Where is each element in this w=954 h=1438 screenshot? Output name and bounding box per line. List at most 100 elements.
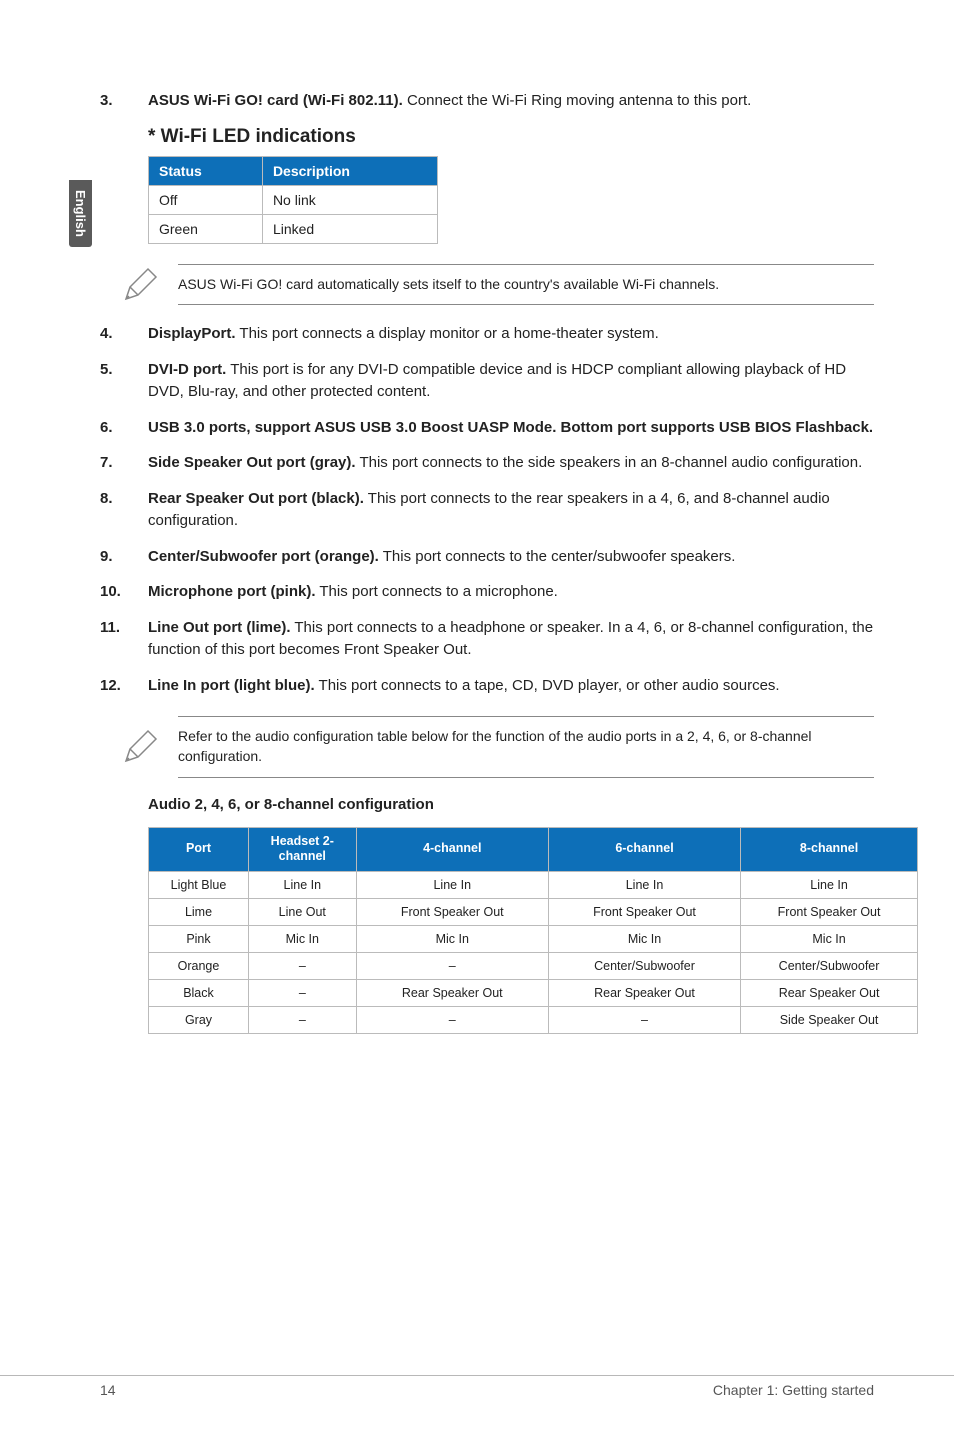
item-rest: This port connects to a tape, CD, DVD pl… <box>315 677 780 694</box>
note-audio-config: Refer to the audio configuration table b… <box>120 716 874 777</box>
cell: Line In <box>741 871 918 898</box>
item-number: 12. <box>100 675 148 697</box>
list-item-6: 6. USB 3.0 ports, support ASUS USB 3.0 B… <box>100 417 874 439</box>
cell: – <box>356 1006 548 1033</box>
note-text: ASUS Wi-Fi GO! card automatically sets i… <box>178 264 874 306</box>
cell: – <box>356 952 548 979</box>
cell: – <box>248 979 356 1006</box>
cell: Rear Speaker Out <box>356 979 548 1006</box>
item-text: USB 3.0 ports, support ASUS USB 3.0 Boos… <box>148 417 874 439</box>
cell: Line In <box>548 871 740 898</box>
pencil-icon <box>120 265 160 305</box>
audio-config-table: Port Headset 2-channel 4-channel 6-chann… <box>148 827 918 1034</box>
item-text: DVI-D port. This port is for any DVI-D c… <box>148 359 874 403</box>
cell: Light Blue <box>149 871 249 898</box>
item-number: 6. <box>100 417 148 439</box>
item-rest: This port connects to the center/subwoof… <box>379 548 736 565</box>
cell: Rear Speaker Out <box>741 979 918 1006</box>
item-number: 5. <box>100 359 148 403</box>
item-text: Center/Subwoofer port (orange). This por… <box>148 546 874 568</box>
wifi-led-section: * Wi-Fi LED indications Status Descripti… <box>148 126 874 244</box>
table-row: Off No link <box>149 185 438 214</box>
list-item-3: 3. ASUS Wi-Fi GO! card (Wi-Fi 802.11). C… <box>100 90 874 112</box>
cell: Front Speaker Out <box>356 898 548 925</box>
page: English 3. ASUS Wi-Fi GO! card (Wi-Fi 80… <box>0 0 954 1438</box>
cell: Rear Speaker Out <box>548 979 740 1006</box>
item-text: DisplayPort. This port connects a displa… <box>148 323 874 345</box>
table-row: Green Linked <box>149 214 438 243</box>
cell: Mic In <box>356 925 548 952</box>
table-header-row: Status Description <box>149 156 438 185</box>
item-bold: Microphone port (pink). <box>148 583 315 600</box>
cell: Black <box>149 979 249 1006</box>
col-description: Description <box>262 156 437 185</box>
list-item-7: 7. Side Speaker Out port (gray). This po… <box>100 452 874 474</box>
item-text: Line In port (light blue). This port con… <box>148 675 874 697</box>
col-status: Status <box>149 156 263 185</box>
table-row: Orange––Center/SubwooferCenter/Subwoofer <box>149 952 918 979</box>
note-text: Refer to the audio configuration table b… <box>178 716 874 777</box>
item-rest: This port connects a display monitor or … <box>236 325 659 342</box>
page-number: 14 <box>100 1382 116 1398</box>
item-text: Microphone port (pink). This port connec… <box>148 581 874 603</box>
col-2ch: Headset 2-channel <box>248 827 356 871</box>
cell: – <box>548 1006 740 1033</box>
cell: Line In <box>248 871 356 898</box>
item-text: Line Out port (lime). This port connects… <box>148 617 874 661</box>
cell: – <box>248 1006 356 1033</box>
item-bold: Rear Speaker Out port (black). <box>148 490 364 507</box>
item-bold: DisplayPort. <box>148 325 236 342</box>
table-row: Gray–––Side Speaker Out <box>149 1006 918 1033</box>
list-item-8: 8. Rear Speaker Out port (black). This p… <box>100 488 874 532</box>
cell: Front Speaker Out <box>548 898 740 925</box>
list-item-12: 12. Line In port (light blue). This port… <box>100 675 874 697</box>
table-header-row: Port Headset 2-channel 4-channel 6-chann… <box>149 827 918 871</box>
item-number: 10. <box>100 581 148 603</box>
item-bold: Side Speaker Out port (gray). <box>148 454 356 471</box>
list-item-10: 10. Microphone port (pink). This port co… <box>100 581 874 603</box>
item-bold: Line Out port (lime). <box>148 619 291 636</box>
col-port: Port <box>149 827 249 871</box>
item-rest: Connect the Wi-Fi Ring moving antenna to… <box>403 92 752 109</box>
cell: Gray <box>149 1006 249 1033</box>
cell: Green <box>149 214 263 243</box>
item-rest: This port connects to the side speakers … <box>356 454 863 471</box>
cell: Center/Subwoofer <box>548 952 740 979</box>
cell: No link <box>262 185 437 214</box>
item-bold: DVI-D port. <box>148 361 226 378</box>
cell: Mic In <box>741 925 918 952</box>
cell: Center/Subwoofer <box>741 952 918 979</box>
list-item-5: 5. DVI-D port. This port is for any DVI-… <box>100 359 874 403</box>
item-bold: Center/Subwoofer port (orange). <box>148 548 379 565</box>
item-number: 7. <box>100 452 148 474</box>
language-tab: English <box>69 180 92 247</box>
audio-config-heading: Audio 2, 4, 6, or 8-channel configuratio… <box>148 796 874 813</box>
list-item-4: 4. DisplayPort. This port connects a dis… <box>100 323 874 345</box>
table-row: PinkMic InMic InMic InMic In <box>149 925 918 952</box>
list-item-9: 9. Center/Subwoofer port (orange). This … <box>100 546 874 568</box>
list-item-11: 11. Line Out port (lime). This port conn… <box>100 617 874 661</box>
table-row: LimeLine OutFront Speaker OutFront Speak… <box>149 898 918 925</box>
item-number: 3. <box>100 90 148 112</box>
cell: Line In <box>356 871 548 898</box>
chapter-title: Chapter 1: Getting started <box>713 1382 874 1398</box>
item-number: 9. <box>100 546 148 568</box>
cell: Mic In <box>248 925 356 952</box>
item-rest: This port is for any DVI-D compatible de… <box>148 361 846 400</box>
item-rest: This port connects to a microphone. <box>315 583 557 600</box>
wifi-led-table: Status Description Off No link Green Lin… <box>148 156 438 244</box>
item-number: 8. <box>100 488 148 532</box>
table-row: Light BlueLine InLine InLine InLine In <box>149 871 918 898</box>
cell: Pink <box>149 925 249 952</box>
item-text: Rear Speaker Out port (black). This port… <box>148 488 874 532</box>
cell: Linked <box>262 214 437 243</box>
cell: Line Out <box>248 898 356 925</box>
cell: Lime <box>149 898 249 925</box>
item-bold: Line In port (light blue). <box>148 677 315 694</box>
item-number: 4. <box>100 323 148 345</box>
table-row: Black–Rear Speaker OutRear Speaker OutRe… <box>149 979 918 1006</box>
note-wifi-channels: ASUS Wi-Fi GO! card automatically sets i… <box>120 264 874 306</box>
cell: Off <box>149 185 263 214</box>
pencil-icon <box>120 727 160 767</box>
col-6ch: 6-channel <box>548 827 740 871</box>
